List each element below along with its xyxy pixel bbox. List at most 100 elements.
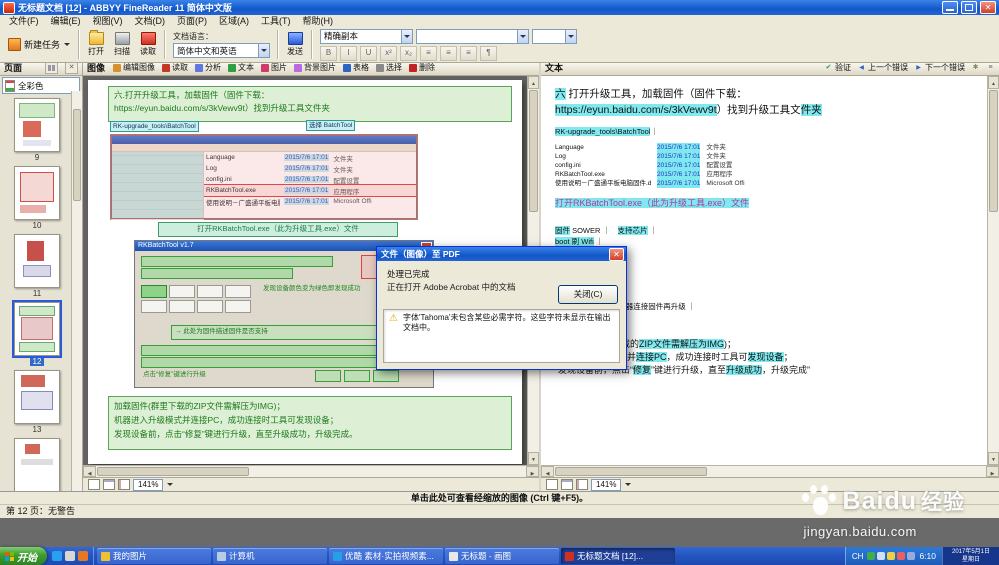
background-picture-zone-button[interactable]: 背景图片 xyxy=(291,62,339,73)
analyze-page-button[interactable]: 分析 xyxy=(192,62,224,73)
fit-page-icon[interactable] xyxy=(546,479,558,490)
fit-width-icon[interactable] xyxy=(103,479,115,490)
read-button[interactable]: 读取 xyxy=(135,28,161,61)
new-task-button[interactable]: 新建任务 xyxy=(3,28,75,61)
open-button[interactable]: 打开 xyxy=(83,28,109,61)
previous-error-button[interactable]: 上一个错误 xyxy=(857,62,908,73)
menu-item[interactable]: 视图(V) xyxy=(87,15,129,27)
scroll-left-icon[interactable] xyxy=(541,466,554,477)
italic-icon[interactable]: I xyxy=(340,46,357,61)
taskbar-computer[interactable]: 计算机 xyxy=(213,548,327,564)
text-zoom-level[interactable]: 141% xyxy=(591,479,621,491)
scrollbar-thumb[interactable] xyxy=(97,467,249,476)
taskbar-finereader[interactable]: 无标题文档 [12]... xyxy=(561,548,675,564)
underline-icon[interactable]: U xyxy=(360,46,377,61)
scroll-right-icon[interactable] xyxy=(526,466,539,477)
browser-icon[interactable] xyxy=(52,551,62,561)
send-button[interactable]: 发送 xyxy=(282,28,308,61)
superscript-icon[interactable]: x² xyxy=(380,46,397,61)
media-player-icon[interactable] xyxy=(78,551,88,561)
align-left-icon[interactable]: ≡ xyxy=(420,46,437,61)
actual-size-icon[interactable] xyxy=(576,479,588,490)
update-icon[interactable] xyxy=(907,552,915,560)
paragraph-mark-icon[interactable]: ¶ xyxy=(480,46,497,61)
start-button[interactable]: 开始 xyxy=(0,547,47,565)
pages-scrollbar[interactable] xyxy=(71,91,82,491)
scroll-up-icon[interactable] xyxy=(988,76,999,89)
show-desktop-icon[interactable] xyxy=(65,551,75,561)
text-horizontal-scrollbar[interactable] xyxy=(541,465,999,477)
text-properties-button[interactable] xyxy=(971,63,980,72)
read-page-button[interactable]: 读取 xyxy=(159,62,191,73)
menu-item[interactable]: 文档(D) xyxy=(129,15,172,27)
clock[interactable]: 6:10 xyxy=(919,551,936,561)
format-preset-select[interactable]: 精确副本 xyxy=(320,29,413,44)
pages-view-icon[interactable] xyxy=(45,62,58,74)
pages-close-icon[interactable] xyxy=(65,62,78,74)
date-display[interactable]: 2017年5月1日 星期日 xyxy=(942,547,999,565)
document-language-select[interactable]: 简体中文和英语 xyxy=(173,43,270,58)
actual-size-icon[interactable] xyxy=(118,479,130,490)
scan-button[interactable]: 扫描 xyxy=(109,28,135,61)
taskbar-paint[interactable]: 无标题 - 画图 xyxy=(445,548,559,564)
menu-item[interactable]: 工具(T) xyxy=(255,15,297,27)
antivirus-shield-icon[interactable] xyxy=(867,552,875,560)
scroll-down-icon[interactable] xyxy=(528,452,539,465)
zoom-dropdown-icon[interactable] xyxy=(624,481,632,489)
select-zone-button[interactable]: 选择 xyxy=(373,62,405,73)
taskbar-youku[interactable]: 优酷 素材·实拍视频素... xyxy=(329,548,443,564)
subscript-icon[interactable]: x₂ xyxy=(400,46,417,61)
scrollbar-thumb[interactable] xyxy=(73,109,81,201)
bold-icon[interactable]: B xyxy=(320,46,337,61)
minimize-button[interactable] xyxy=(942,1,958,14)
page-thumbnail-9[interactable]: 9 xyxy=(4,98,70,162)
text-vertical-scrollbar[interactable] xyxy=(987,76,999,465)
watermark-brand: Baidu经验 xyxy=(843,486,965,516)
image-horizontal-scrollbar[interactable] xyxy=(83,465,539,477)
scroll-up-icon[interactable] xyxy=(528,76,539,89)
table-zone-button[interactable]: 表格 xyxy=(340,62,372,73)
menu-item[interactable]: 编辑(E) xyxy=(45,15,87,27)
scroll-right-icon[interactable] xyxy=(986,466,999,477)
scroll-down-icon[interactable] xyxy=(988,452,999,465)
usb-icon[interactable] xyxy=(897,552,905,560)
volume-icon[interactable] xyxy=(887,552,895,560)
network-icon[interactable] xyxy=(877,552,885,560)
image-zoom-level[interactable]: 141% xyxy=(133,479,163,491)
align-center-icon[interactable]: ≡ xyxy=(440,46,457,61)
menu-item[interactable]: 帮助(H) xyxy=(297,15,340,27)
font-size-select[interactable] xyxy=(532,29,577,44)
scrollbar-thumb[interactable] xyxy=(529,90,538,212)
dialog-close-button[interactable]: 关闭(C) xyxy=(558,285,618,304)
close-button[interactable] xyxy=(980,1,996,14)
scrollbar-thumb[interactable] xyxy=(555,467,707,476)
menu-item[interactable]: 文件(F) xyxy=(3,15,45,27)
language-indicator[interactable]: CH xyxy=(852,552,864,561)
page-thumbnail-12[interactable]: 12 xyxy=(4,302,70,366)
font-name-select[interactable] xyxy=(416,29,529,44)
fit-page-icon[interactable] xyxy=(88,479,100,490)
taskbar-my-pictures[interactable]: 我的图片 xyxy=(97,548,211,564)
dialog-close-icon[interactable] xyxy=(609,248,624,261)
page-thumbnail-11[interactable]: 11 xyxy=(4,234,70,298)
dialog-titlebar[interactable]: 文件（图像）至 PDF xyxy=(377,247,626,261)
align-right-icon[interactable]: ≡ xyxy=(460,46,477,61)
text-zone-button[interactable]: 文本 xyxy=(225,62,257,73)
menu-item[interactable]: 区域(A) xyxy=(213,15,255,27)
maximize-button[interactable] xyxy=(961,1,977,14)
edit-image-button[interactable]: 编辑图像 xyxy=(110,62,158,73)
next-error-button[interactable]: 下一个错误 xyxy=(914,62,965,73)
panel-options-button[interactable] xyxy=(986,63,995,72)
menu-item[interactable]: 页面(P) xyxy=(171,15,213,27)
verify-button[interactable]: 验证 xyxy=(824,62,851,73)
page-thumbnail-10[interactable]: 10 xyxy=(4,166,70,230)
page-filter-dropdown[interactable]: 全彩色 xyxy=(2,77,80,94)
delete-zone-button[interactable]: 删除 xyxy=(406,62,438,73)
zoom-dropdown-icon[interactable] xyxy=(166,481,174,489)
scroll-left-icon[interactable] xyxy=(83,466,96,477)
scrollbar-thumb[interactable] xyxy=(989,90,998,212)
fit-width-icon[interactable] xyxy=(561,479,573,490)
picture-zone-button[interactable]: 图片 xyxy=(258,62,290,73)
page-thumbnail-14[interactable]: 14 xyxy=(4,438,70,491)
page-thumbnail-13[interactable]: 13 xyxy=(4,370,70,434)
